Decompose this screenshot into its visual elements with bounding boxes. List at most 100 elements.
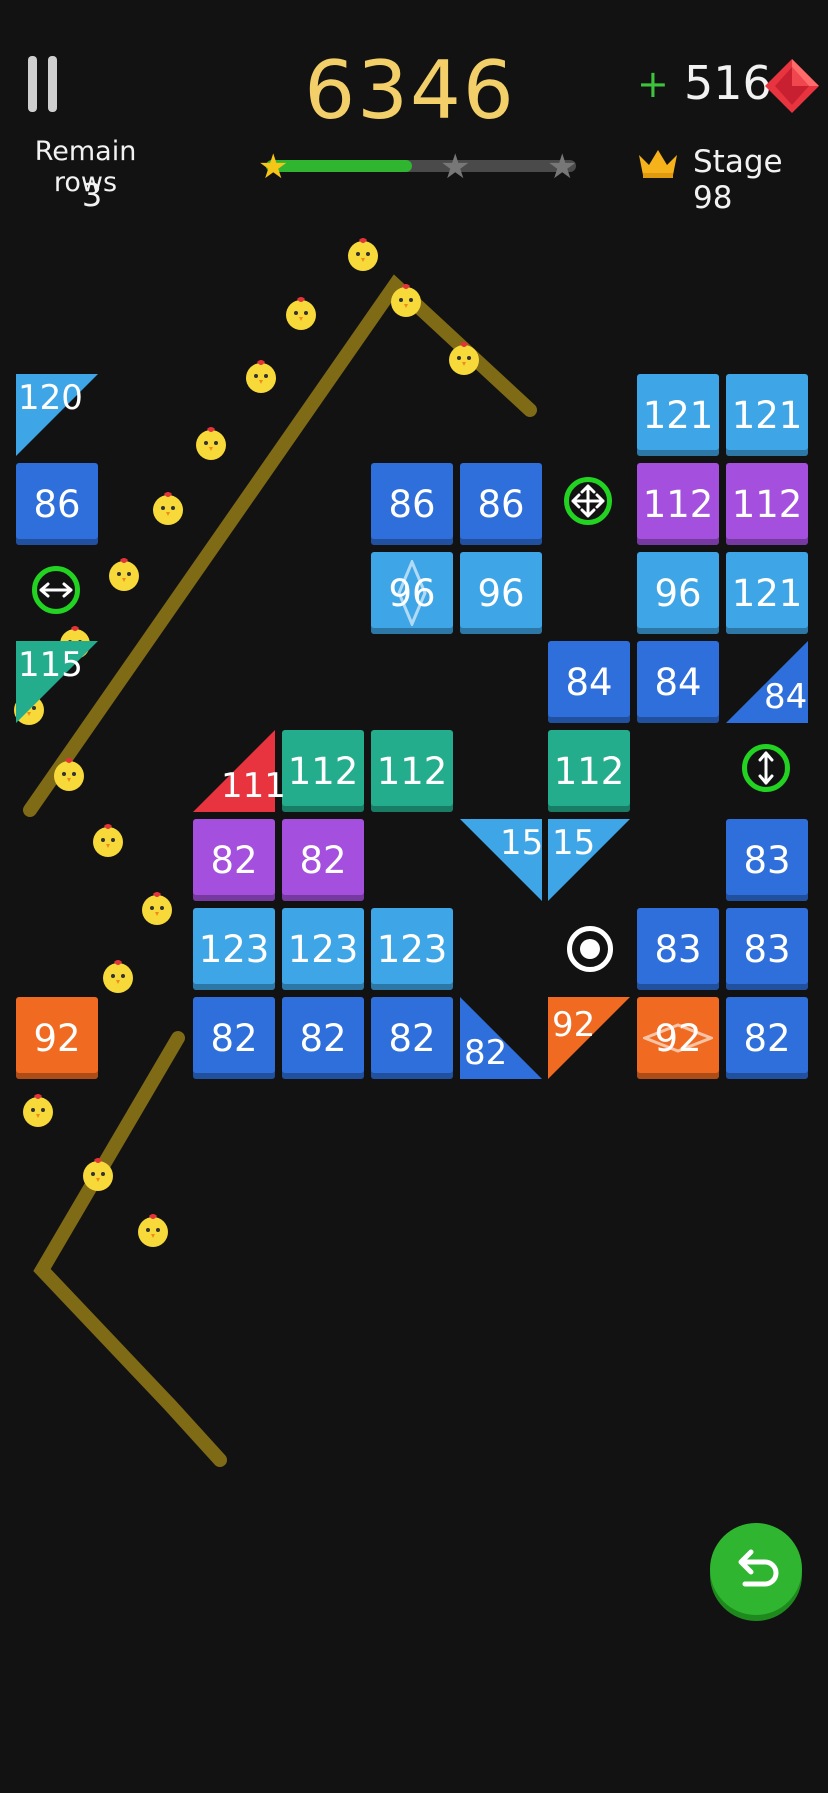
brick: 82 bbox=[282, 997, 364, 1079]
brick: 121 bbox=[637, 374, 719, 456]
brick: 83 bbox=[726, 908, 808, 990]
triangle-brick: 84 bbox=[726, 641, 808, 723]
brick-value: 82 bbox=[464, 1033, 508, 1073]
brick-value: 82 bbox=[388, 1016, 436, 1060]
brick: 112 bbox=[548, 730, 630, 812]
chick-ball-icon bbox=[142, 892, 172, 925]
triangle-brick: 115 bbox=[16, 641, 98, 723]
brick: 96 bbox=[460, 552, 542, 634]
chick-ball-icon bbox=[103, 960, 133, 993]
brick-value: 112 bbox=[376, 749, 448, 793]
brick-value: 121 bbox=[642, 393, 714, 437]
vertical-arrows-powerup bbox=[742, 744, 790, 792]
triangle-brick: 120 bbox=[16, 374, 98, 456]
chick-ball-icon bbox=[138, 1214, 168, 1247]
brick: 84 bbox=[548, 641, 630, 723]
brick: 82 bbox=[371, 997, 453, 1079]
chick-ball-icon bbox=[246, 360, 276, 393]
brick: 123 bbox=[282, 908, 364, 990]
four-way-arrows-powerup bbox=[564, 477, 612, 525]
brick-value: 15 bbox=[552, 823, 596, 863]
brick: 121 bbox=[726, 374, 808, 456]
undo-arrow-icon bbox=[738, 1549, 779, 1587]
brick-value: 86 bbox=[33, 482, 81, 526]
brick: 82 bbox=[193, 997, 275, 1079]
brick-value: 84 bbox=[565, 660, 613, 704]
brick: 86 bbox=[16, 463, 98, 545]
chick-ball-icon bbox=[391, 284, 421, 317]
brick-value: 121 bbox=[731, 571, 803, 615]
vertical-arrows-icon bbox=[758, 751, 774, 785]
chick-ball-icon bbox=[83, 1158, 113, 1191]
brick: 112 bbox=[371, 730, 453, 812]
brick: 112 bbox=[726, 463, 808, 545]
brick-value: 96 bbox=[388, 571, 436, 615]
brick: 86 bbox=[460, 463, 542, 545]
brick-value: 84 bbox=[654, 660, 702, 704]
chick-ball-icon bbox=[348, 238, 378, 271]
brick-value: 83 bbox=[743, 927, 791, 971]
brick-value: 92 bbox=[654, 1016, 702, 1060]
brick: 112 bbox=[282, 730, 364, 812]
brick-value: 120 bbox=[18, 378, 83, 418]
brick: 83 bbox=[637, 908, 719, 990]
brick-value: 84 bbox=[764, 677, 808, 717]
brick-value: 112 bbox=[642, 482, 714, 526]
triangle-brick: 15 bbox=[548, 819, 630, 901]
brick-value: 112 bbox=[553, 749, 625, 793]
brick-value: 86 bbox=[388, 482, 436, 526]
brick-value: 82 bbox=[210, 1016, 258, 1060]
brick-value: 92 bbox=[33, 1016, 81, 1060]
chick-ball-icon bbox=[196, 427, 226, 460]
brick: 82 bbox=[282, 819, 364, 901]
brick: 123 bbox=[193, 908, 275, 990]
brick-value: 123 bbox=[376, 927, 448, 971]
brick-value: 86 bbox=[477, 482, 525, 526]
brick-value: 96 bbox=[654, 571, 702, 615]
brick-value: 83 bbox=[743, 838, 791, 882]
brick: 82 bbox=[726, 997, 808, 1079]
chick-ball-icon bbox=[93, 824, 123, 857]
game-board[interactable] bbox=[0, 0, 828, 1793]
chick-ball-icon bbox=[54, 758, 84, 791]
brick-value: 112 bbox=[287, 749, 359, 793]
brick: 92 bbox=[637, 997, 719, 1079]
brick-value: 15 bbox=[500, 823, 544, 863]
chick-ball-icon bbox=[23, 1094, 53, 1127]
brick: 84 bbox=[637, 641, 719, 723]
brick-value: 111 bbox=[221, 766, 286, 806]
triangle-brick: 15 bbox=[460, 819, 544, 901]
brick: 123 bbox=[371, 908, 453, 990]
brick: 96 bbox=[371, 552, 453, 634]
chick-ball-icon bbox=[109, 558, 139, 591]
chick-ball-icon bbox=[286, 297, 316, 330]
brick: 112 bbox=[637, 463, 719, 545]
brick-value: 82 bbox=[743, 1016, 791, 1060]
triangle-brick: 111 bbox=[193, 730, 286, 812]
brick: 121 bbox=[726, 552, 808, 634]
brick-value: 82 bbox=[299, 1016, 347, 1060]
brick-value: 83 bbox=[654, 927, 702, 971]
brick-value: 96 bbox=[477, 571, 525, 615]
brick: 92 bbox=[16, 997, 98, 1079]
brick: 86 bbox=[371, 463, 453, 545]
brick: 83 bbox=[726, 819, 808, 901]
brick-value: 123 bbox=[287, 927, 359, 971]
undo-button[interactable] bbox=[710, 1523, 802, 1615]
chick-ball-icon bbox=[153, 492, 183, 525]
triangle-brick: 92 bbox=[548, 997, 630, 1079]
chick-ball-icon bbox=[449, 342, 479, 375]
brick: 96 bbox=[637, 552, 719, 634]
brick-value: 92 bbox=[552, 1005, 596, 1045]
horizontal-arrows-powerup bbox=[32, 566, 80, 614]
horizontal-arrows-icon bbox=[39, 582, 73, 598]
aim-target-icon bbox=[567, 926, 613, 972]
brick-value: 123 bbox=[198, 927, 270, 971]
brick-value: 115 bbox=[18, 645, 83, 685]
four-way-arrows-icon bbox=[571, 484, 605, 518]
brick: 82 bbox=[193, 819, 275, 901]
brick-value: 82 bbox=[299, 838, 347, 882]
trajectory-trail bbox=[23, 274, 537, 1467]
brick-value: 112 bbox=[731, 482, 803, 526]
brick-value: 121 bbox=[731, 393, 803, 437]
